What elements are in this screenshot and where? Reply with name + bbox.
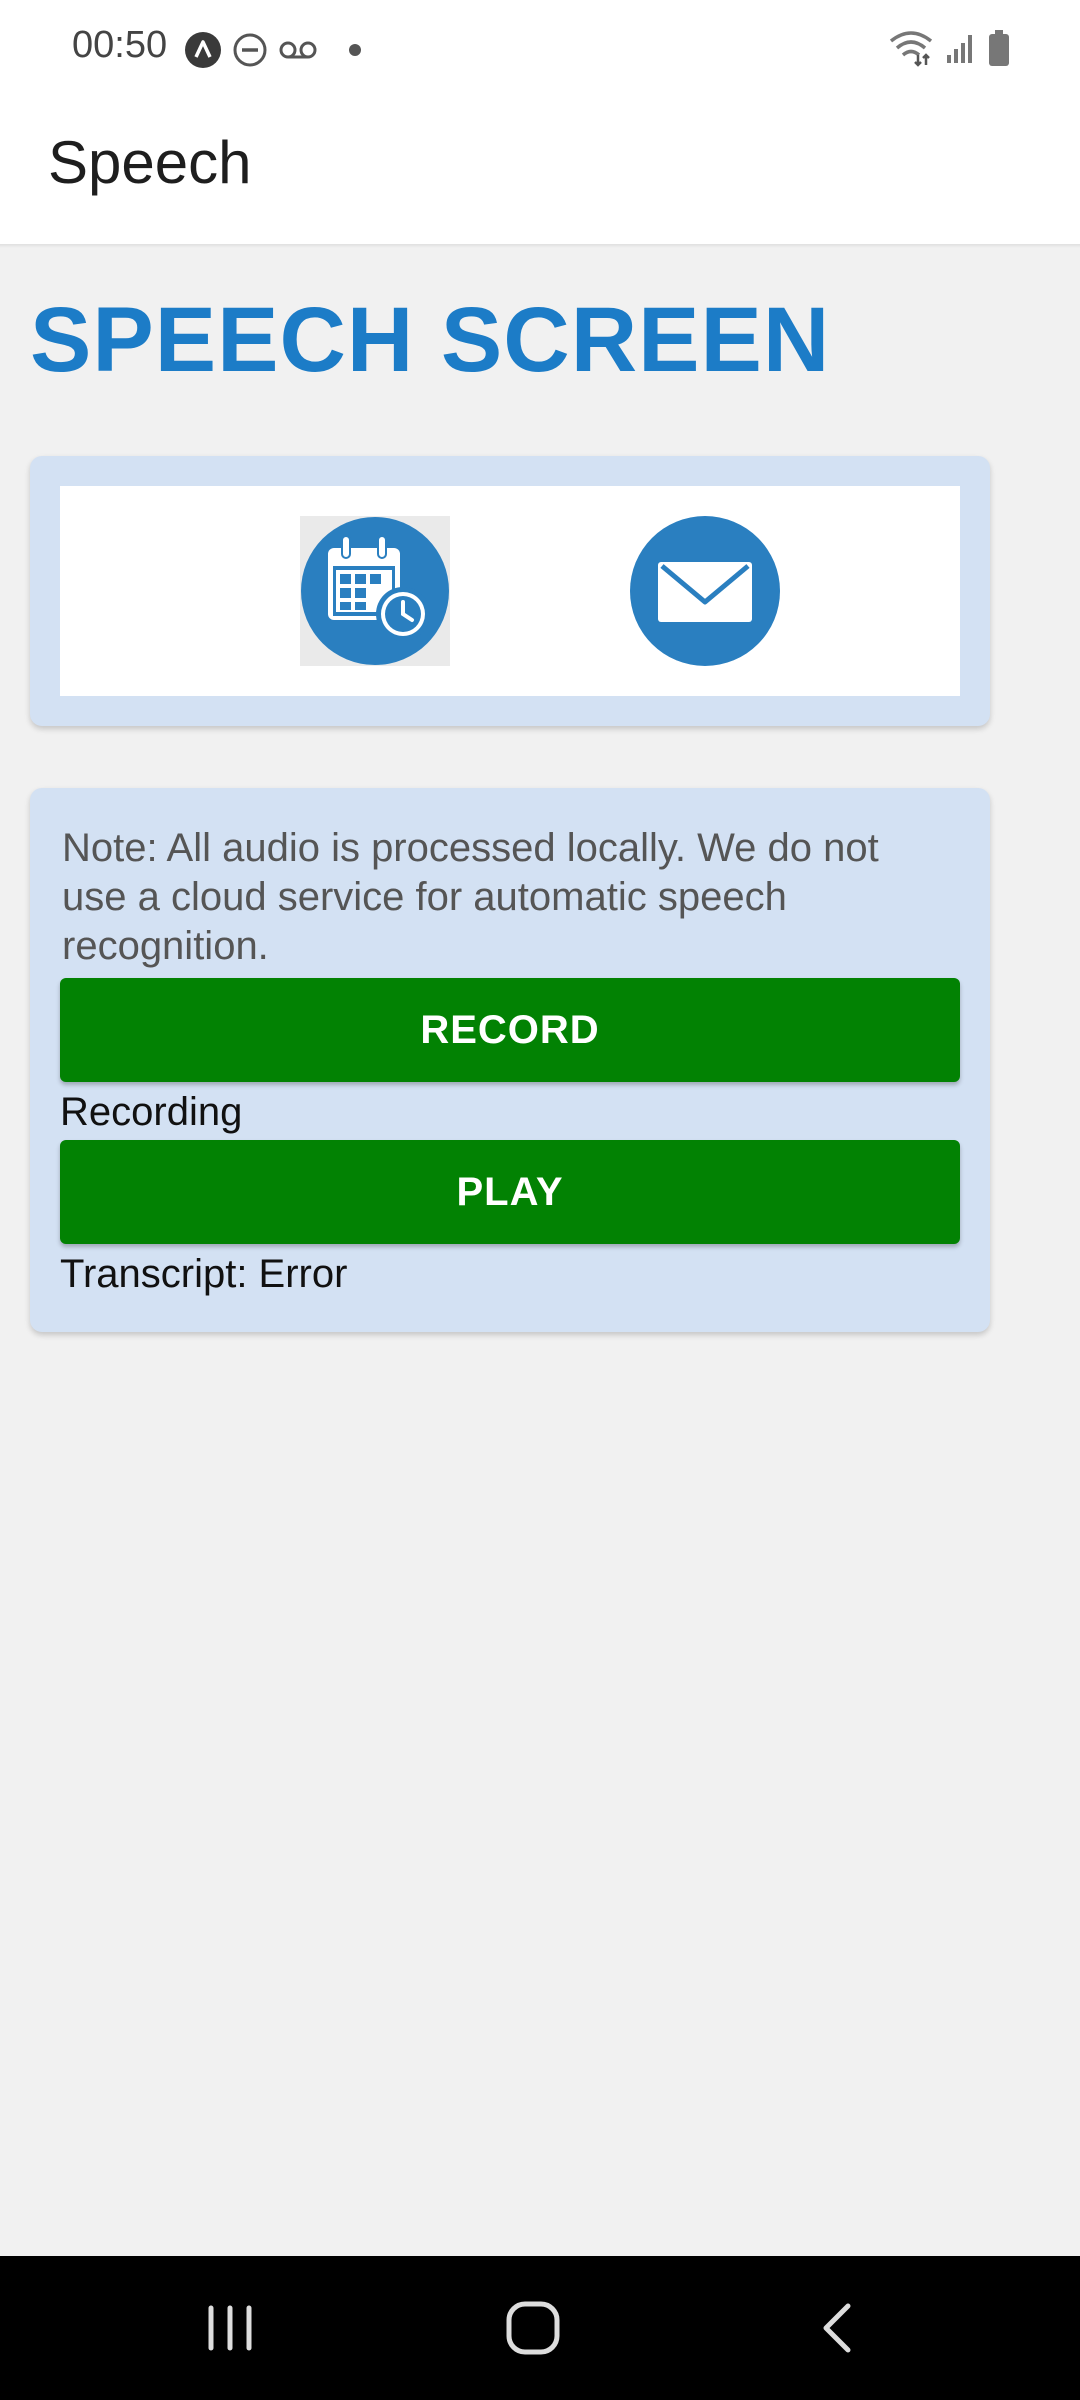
cell-signal-icon bbox=[947, 35, 972, 63]
status-icons-left bbox=[184, 30, 362, 70]
back-icon[interactable] bbox=[808, 2298, 868, 2358]
wifi-icon bbox=[889, 31, 933, 67]
battery-icon bbox=[989, 30, 1009, 66]
status-icons-right bbox=[888, 26, 1010, 70]
notification-dot-icon bbox=[349, 44, 361, 56]
recording-status: Recording bbox=[60, 1090, 243, 1134]
voicemail-icon bbox=[279, 41, 317, 59]
shortcuts-panel bbox=[60, 486, 960, 696]
mail-icon bbox=[630, 516, 780, 666]
home-icon[interactable] bbox=[503, 2298, 563, 2358]
app-title: Speech bbox=[48, 129, 252, 196]
play-button[interactable]: PLAY bbox=[60, 1140, 960, 1244]
calendar-clock-icon bbox=[301, 517, 449, 665]
do-not-disturb-icon bbox=[233, 33, 267, 67]
shortcuts-card bbox=[30, 456, 990, 726]
status-time: 00:50 bbox=[72, 24, 168, 66]
status-bar: 00:50 bbox=[0, 0, 1080, 96]
navigation-bar bbox=[0, 2256, 1080, 2400]
app-bar: Speech bbox=[0, 96, 1080, 246]
app-bar-divider bbox=[0, 244, 1080, 248]
speech-card: Note: All audio is processed locally. We… bbox=[30, 788, 990, 1332]
page-title: SPEECH SCREEN bbox=[30, 289, 831, 391]
android-assistant-icon bbox=[185, 32, 221, 68]
privacy-note: Note: All audio is processed locally. We… bbox=[62, 826, 879, 968]
recents-icon[interactable] bbox=[203, 2298, 263, 2358]
record-button[interactable]: RECORD bbox=[60, 978, 960, 1082]
transcript-text: Transcript: Error bbox=[60, 1252, 348, 1296]
calendar-button[interactable] bbox=[300, 516, 450, 666]
mail-button[interactable] bbox=[630, 516, 780, 666]
